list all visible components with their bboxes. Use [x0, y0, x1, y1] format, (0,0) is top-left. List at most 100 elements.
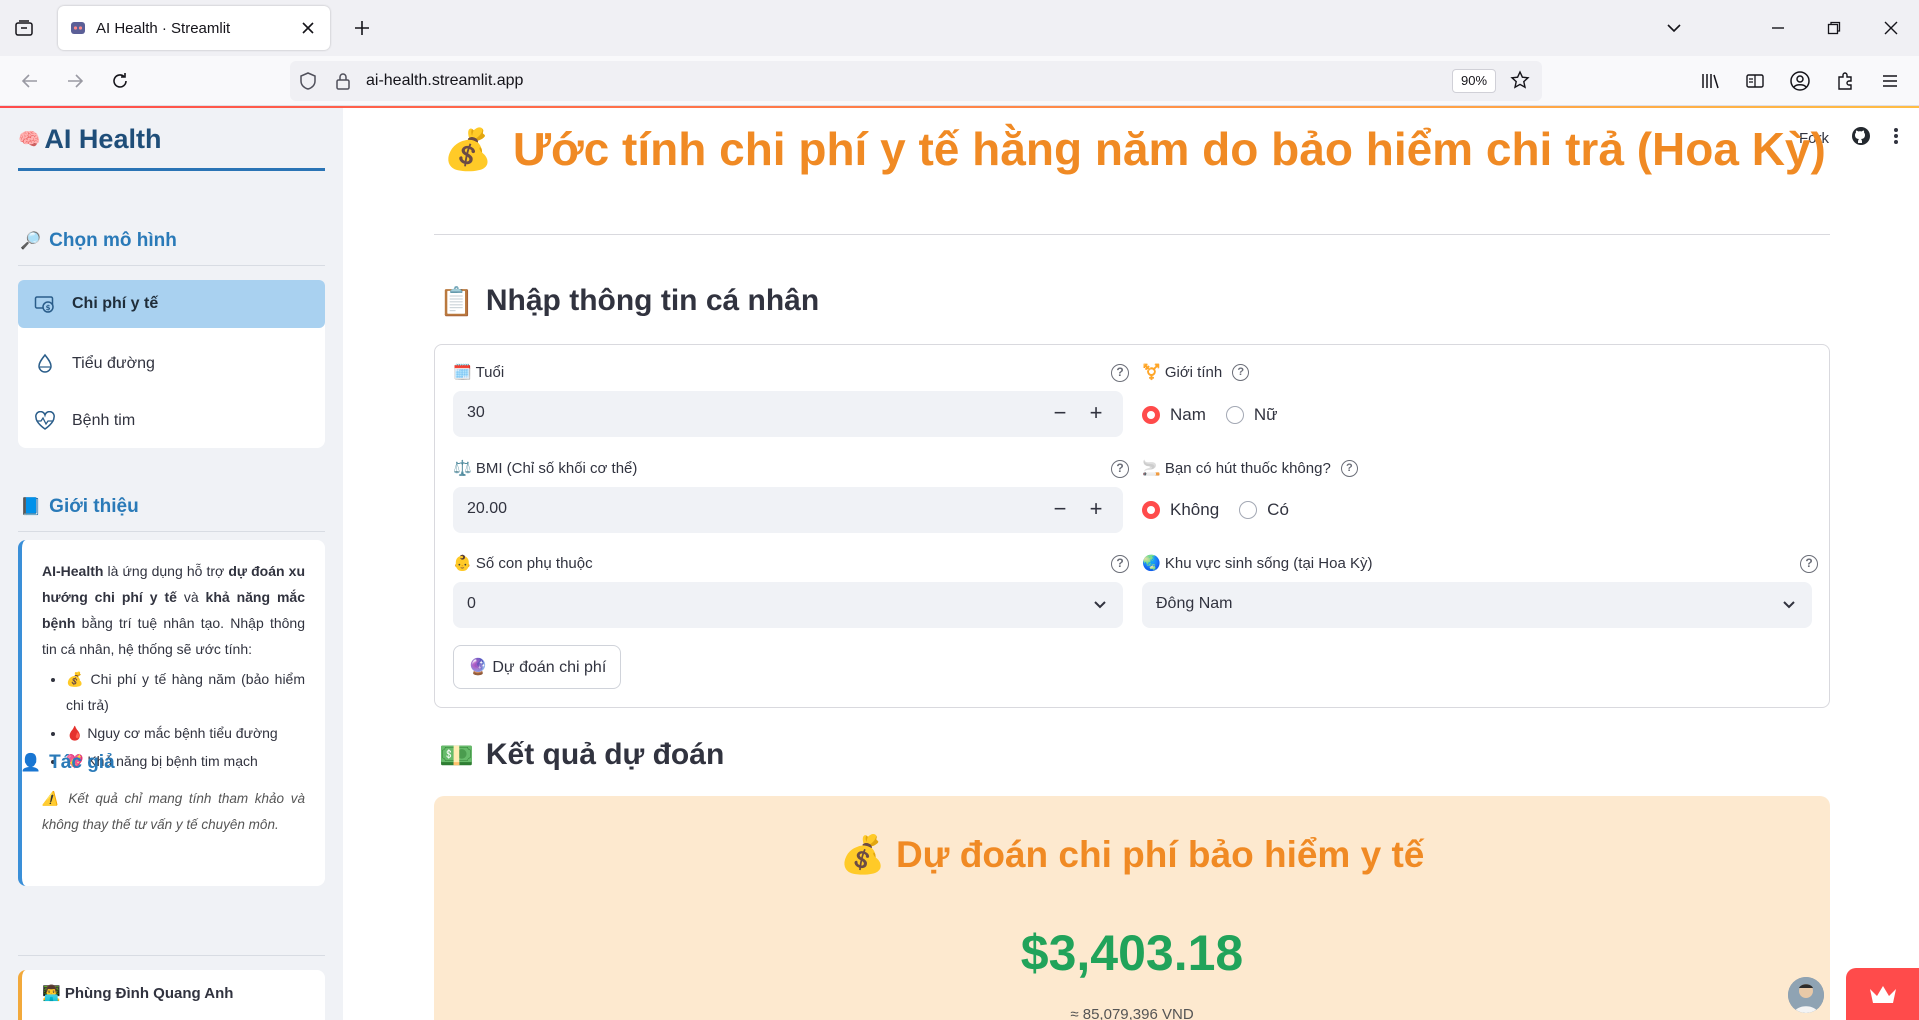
intro-section-label: Giới thiệu: [49, 496, 139, 517]
age-value[interactable]: 30: [467, 404, 485, 422]
author-section-heading: 👤 Tác giả: [20, 752, 115, 774]
input-form: 🗓️ Tuổi ? 30 − + ⚧️ Giới tính ? Nam Nữ ⚖…: [434, 344, 1830, 708]
menu-item-label: Tiểu đường: [72, 355, 155, 372]
bmi-value[interactable]: 20.00: [467, 500, 507, 518]
magnifier-icon: 🔎: [20, 231, 42, 250]
help-icon[interactable]: ?: [1340, 459, 1358, 477]
chevron-down-icon[interactable]: [1091, 595, 1109, 618]
radio-yes[interactable]: Có: [1239, 500, 1289, 520]
chevron-down-icon[interactable]: [1780, 595, 1798, 618]
address-bar[interactable]: ai-health.streamlit.app 90%: [290, 61, 1542, 101]
main-content: Fork 💰 Ước tính chi phí y tế hằng năm do…: [343, 108, 1919, 1020]
list-item: 💰 Chi phí y tế hàng năm (bảo hiểm chi tr…: [66, 666, 305, 718]
tab-list-icon[interactable]: [12, 16, 36, 40]
result-card: 💰 Dự đoán chi phí bảo hiểm y tế $3,403.1…: [434, 796, 1830, 1020]
increment-button[interactable]: +: [1081, 399, 1111, 429]
radio-label: Nam: [1170, 405, 1206, 424]
intro-paragraph: AI-Health là ứng dụng hỗ trợ dự đoán xu …: [42, 558, 305, 662]
help-icon[interactable]: ?: [1111, 460, 1129, 478]
increment-button[interactable]: +: [1081, 495, 1111, 525]
minimize-icon[interactable]: [1764, 14, 1792, 42]
droplet-icon: [34, 353, 56, 375]
extensions-icon[interactable]: [1831, 67, 1859, 95]
predicted-cost-vnd: ≈ 85,079,396 VND: [1070, 1006, 1194, 1020]
help-icon[interactable]: ?: [1232, 363, 1250, 381]
list-item: 🩸 Nguy cơ mắc bệnh tiểu đường: [66, 720, 305, 746]
back-arrow-icon[interactable]: [16, 67, 44, 95]
dollar-banknote-icon: 💵: [439, 739, 474, 771]
lock-icon[interactable]: [334, 71, 352, 96]
bmi-input[interactable]: 20.00 − +: [453, 487, 1123, 533]
predict-button[interactable]: 🔮 Dự đoán chi phí: [453, 645, 622, 689]
help-icon[interactable]: ?: [1800, 555, 1818, 573]
children-value[interactable]: 0: [467, 595, 476, 613]
radio-selected-indicator[interactable]: [1142, 406, 1160, 424]
app-title-underline: [18, 168, 325, 171]
more-vertical-icon[interactable]: [1893, 126, 1899, 150]
result-title: 💰 Dự đoán chi phí bảo hiểm y tế: [839, 834, 1425, 875]
model-section-heading: 🔎 Chọn mô hình: [20, 230, 177, 252]
menu-hamburger-icon[interactable]: [1876, 67, 1904, 95]
zoom-level-badge[interactable]: 90%: [1452, 69, 1497, 93]
url-text[interactable]: ai-health.streamlit.app: [366, 72, 523, 90]
avatar[interactable]: [1788, 977, 1824, 1013]
restore-icon[interactable]: [1820, 14, 1848, 42]
bookmark-star-icon[interactable]: [1510, 70, 1530, 95]
children-select[interactable]: 0: [453, 582, 1123, 628]
forward-arrow-icon[interactable]: [61, 67, 89, 95]
radio-no[interactable]: Không: [1142, 500, 1219, 520]
help-icon[interactable]: ?: [1111, 555, 1129, 573]
close-tab-icon[interactable]: [298, 18, 318, 38]
radio-selected-indicator[interactable]: [1142, 501, 1160, 519]
sex-label-text: ⚧️ Giới tính: [1142, 364, 1223, 381]
intro-text: là ứng dụng hỗ trợ: [103, 563, 229, 579]
reader-view-icon[interactable]: [1741, 67, 1769, 95]
close-window-icon[interactable]: [1877, 14, 1905, 42]
children-label: 👶 Số con phụ thuộc: [453, 555, 593, 572]
new-tab-icon[interactable]: [350, 16, 374, 40]
brain-icon: 🧠: [18, 129, 41, 149]
browser-nav-bar: ai-health.streamlit.app 90%: [0, 56, 1919, 106]
radio-male[interactable]: Nam: [1142, 405, 1206, 425]
section-divider: [18, 955, 325, 956]
menu-item-medical-cost[interactable]: $ Chi phí y tế: [18, 280, 325, 328]
age-input[interactable]: 30 − +: [453, 391, 1123, 437]
sidebar: 🧠 AI Health 🔎 Chọn mô hình $ Chi phí y t…: [0, 108, 343, 1020]
browser-tab-bar: AI Health · Streamlit: [0, 0, 1919, 56]
help-icon[interactable]: ?: [1111, 364, 1129, 382]
radio-female[interactable]: Nữ: [1225, 405, 1278, 425]
decrement-button[interactable]: −: [1045, 495, 1075, 525]
svg-text:$: $: [46, 304, 51, 312]
author-section-label: Tác giả: [49, 752, 115, 773]
decrement-button[interactable]: −: [1045, 399, 1075, 429]
smoker-label: 🚬 Bạn có hút thuốc không? ?: [1142, 459, 1358, 477]
model-menu: $ Chi phí y tế Tiểu đường Bệnh tim: [18, 280, 325, 448]
github-icon[interactable]: [1851, 126, 1871, 150]
page-title-text: Ước tính chi phí y tế hằng năm do bảo hi…: [512, 123, 1826, 175]
streamlit-crown-icon[interactable]: [1846, 968, 1919, 1020]
library-icon[interactable]: [1696, 67, 1724, 95]
form-heading: 📋 Nhập thông tin cá nhân: [439, 284, 819, 318]
menu-item-diabetes[interactable]: Tiểu đường: [18, 340, 325, 388]
tracking-shield-icon[interactable]: [298, 71, 318, 96]
chevron-down-icon[interactable]: [1660, 14, 1688, 42]
intro-section-heading: 📘 Giới thiệu: [20, 496, 139, 518]
age-label: 🗓️ Tuổi: [453, 364, 505, 381]
menu-item-heart-disease[interactable]: Bệnh tim: [18, 397, 325, 445]
browser-tab[interactable]: AI Health · Streamlit: [58, 6, 330, 50]
author-name: 👨‍💻 Phùng Đình Quang Anh: [42, 985, 234, 1002]
title-divider: [434, 234, 1830, 235]
disclaimer-note: ⚠️ Kết quả chỉ mang tính tham khảo và kh…: [42, 791, 305, 832]
streamlit-favicon-icon: [70, 20, 86, 36]
radio-indicator[interactable]: [1239, 501, 1258, 519]
region-select[interactable]: Đông Nam: [1142, 582, 1812, 628]
reload-icon[interactable]: [106, 67, 134, 95]
radio-indicator[interactable]: [1225, 406, 1244, 424]
result-heading: 💵 Kết quả dự đoán: [439, 738, 724, 772]
radio-label: Nữ: [1253, 405, 1278, 424]
account-icon[interactable]: [1786, 67, 1814, 95]
bmi-label: ⚖️ BMI (Chỉ số khối cơ thể): [453, 460, 638, 477]
intro-text: và: [176, 589, 206, 605]
region-value[interactable]: Đông Nam: [1156, 595, 1232, 613]
page-title: 💰 Ước tính chi phí y tế hằng năm do bảo …: [443, 122, 1826, 176]
